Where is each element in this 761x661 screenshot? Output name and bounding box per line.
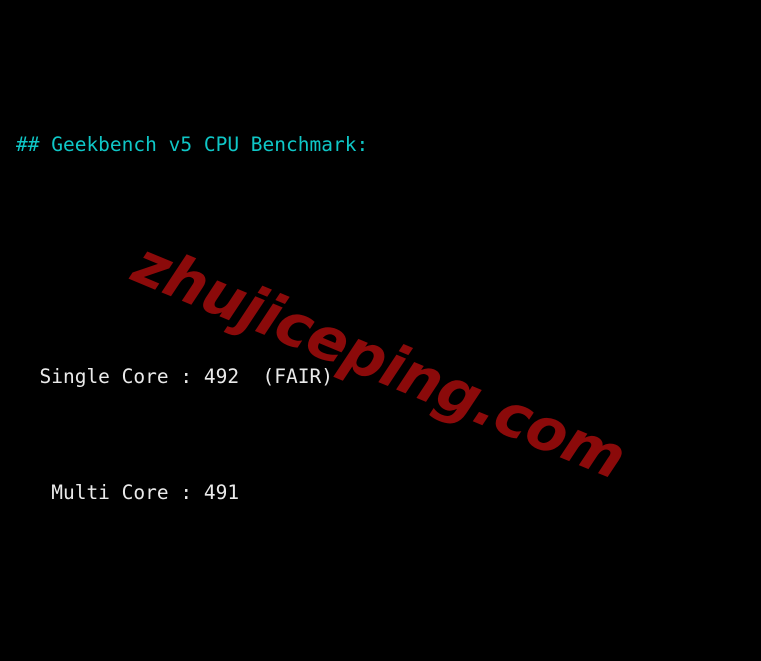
geekbench-heading: ## Geekbench v5 CPU Benchmark: [16,133,369,156]
geekbench-multi-core-value: 491 [203,481,240,504]
geekbench-row-single-core: Single Core : 492 (FAIR) [0,362,368,391]
benchmark-output: ## Geekbench v5 CPU Benchmark: Single Co… [0,0,368,661]
geekbench-row-multi-core: Multi Core : 491 [0,478,368,507]
geekbench-multi-core-label: Multi Core : [16,481,204,504]
geekbench-single-core-value: 492 (FAIR) [203,365,333,388]
terminal-window: zhujiceping.com ## Geekbench v5 CPU Benc… [0,0,761,661]
geekbench-single-core-label: Single Core : [16,365,204,388]
